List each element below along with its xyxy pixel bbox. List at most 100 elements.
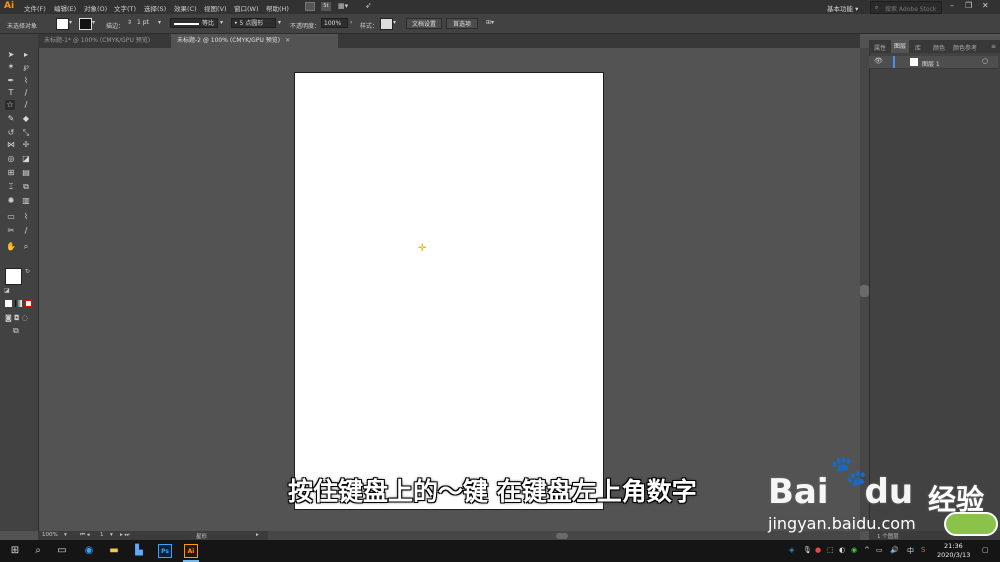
zoom-level[interactable]: 100% bbox=[42, 532, 58, 538]
layer-row[interactable]: 👁 图层 1 ○ bbox=[869, 56, 998, 69]
clock-time[interactable]: 21:36 bbox=[944, 542, 963, 550]
volume-tray-icon[interactable]: 🔊 bbox=[890, 546, 899, 554]
recorder-tray-icon[interactable]: ● bbox=[815, 546, 821, 554]
stroke-swatch[interactable] bbox=[79, 18, 92, 30]
menu-edit[interactable]: 编辑(E) bbox=[54, 3, 76, 13]
line-tool-icon[interactable]: ∕ bbox=[21, 88, 31, 98]
hand-tool-icon[interactable]: ✋ bbox=[6, 242, 16, 252]
task-view-icon[interactable]: ▭ bbox=[55, 544, 69, 558]
eraser-tool-icon[interactable]: ◆ bbox=[21, 114, 31, 124]
preferences-button[interactable]: 首选项 bbox=[446, 18, 478, 29]
status-arrow-icon[interactable]: ▸ bbox=[256, 532, 259, 538]
gradient-tool-icon[interactable]: ▤ bbox=[21, 168, 31, 178]
fill-color-box[interactable] bbox=[5, 268, 22, 285]
windows-start-icon[interactable]: ⊞ bbox=[8, 544, 22, 558]
gpu-performance-icon[interactable]: ➶ bbox=[365, 1, 372, 10]
menu-window[interactable]: 窗口(W) bbox=[234, 3, 259, 13]
photoshop-taskbar-icon[interactable]: Ps bbox=[158, 544, 172, 558]
stroke-weight-dropdown-icon[interactable]: ▾ bbox=[158, 19, 161, 26]
lasso-tool-icon[interactable]: ℘ bbox=[21, 62, 31, 72]
stock-search-input[interactable]: ⌕ 搜索 Adobe Stock bbox=[870, 1, 942, 14]
screen-mode-icon[interactable]: ⧉ bbox=[13, 326, 19, 336]
artboard-tool-icon[interactable]: ▭ bbox=[6, 212, 16, 222]
tab-layers[interactable]: 图层 bbox=[891, 40, 910, 53]
graphic-style-swatch[interactable] bbox=[380, 18, 393, 30]
menu-file[interactable]: 文件(F) bbox=[24, 3, 46, 13]
artboard[interactable] bbox=[294, 72, 604, 510]
notification-icon[interactable]: ▢ bbox=[982, 546, 989, 554]
zoom-tool-icon[interactable]: ⌕ bbox=[21, 242, 31, 252]
mesh-tool-icon[interactable]: ⊞ bbox=[6, 168, 16, 178]
document-setup-button[interactable]: 文档设置 bbox=[406, 18, 442, 29]
visibility-eye-icon[interactable]: 👁 bbox=[874, 57, 883, 65]
star-tool-icon[interactable]: ☆ bbox=[5, 100, 15, 110]
ime-indicator[interactable]: 中 bbox=[907, 546, 914, 556]
show-hidden-icons[interactable]: ^ bbox=[864, 546, 870, 554]
type-tool-icon[interactable]: T bbox=[6, 88, 16, 98]
fill-swatch[interactable] bbox=[56, 18, 69, 30]
puppet-warp-tool-icon[interactable]: ✢ bbox=[21, 140, 31, 150]
stroke-stepper-icon[interactable]: ⇕ bbox=[127, 19, 132, 26]
tab-untitled-2[interactable]: 未标题-2 @ 100% (CMYK/GPU 预览) ✕ bbox=[171, 34, 338, 48]
stock-icon[interactable]: St bbox=[321, 2, 331, 11]
tab-libraries[interactable]: 库 bbox=[915, 43, 921, 52]
file-explorer-icon[interactable]: ▬ bbox=[107, 544, 121, 558]
media-app-icon[interactable]: ▙ bbox=[132, 544, 146, 558]
pen-tool-icon[interactable]: ✒ bbox=[6, 76, 16, 86]
scale-tool-icon[interactable]: ⤡ bbox=[21, 128, 31, 138]
eyedropper-tool-icon[interactable]: ⌶ bbox=[6, 182, 16, 192]
gradient-mode-icon[interactable] bbox=[15, 300, 22, 307]
color-mode-icon[interactable] bbox=[5, 300, 12, 307]
selection-tool-icon[interactable]: ➤ bbox=[6, 50, 16, 60]
shape-builder-tool-icon[interactable]: ◎ bbox=[6, 154, 16, 164]
search-icon[interactable]: ⌕ bbox=[31, 544, 45, 558]
zoom-dropdown-icon[interactable]: ▾ bbox=[64, 532, 67, 538]
style-dropdown-icon[interactable]: ▾ bbox=[393, 19, 396, 26]
app2-tray-icon[interactable]: ◐ bbox=[839, 546, 845, 554]
knife-tool-icon[interactable]: ∕ bbox=[21, 226, 31, 236]
rotate-tool-icon[interactable]: ↺ bbox=[6, 128, 16, 138]
browser-icon[interactable]: ◉ bbox=[82, 544, 96, 558]
clock-date[interactable]: 2020/3/13 bbox=[937, 551, 970, 559]
fill-dropdown-icon[interactable]: ▾ bbox=[69, 19, 72, 26]
first-artboard-icon[interactable]: ⏮ ◂ bbox=[80, 532, 89, 539]
panel-menu-icon[interactable]: ≡ bbox=[991, 43, 996, 50]
profile-dropdown-icon[interactable]: ▾ bbox=[220, 19, 223, 26]
default-colors-icon[interactable]: ◪ bbox=[4, 287, 10, 294]
artboard-dropdown-icon[interactable]: ▾ bbox=[110, 532, 113, 538]
menu-effect[interactable]: 效果(C) bbox=[174, 3, 197, 13]
menu-select[interactable]: 选择(S) bbox=[144, 3, 166, 13]
menu-type[interactable]: 文字(T) bbox=[114, 3, 136, 13]
paintbrush-tool-icon[interactable]: ∕ bbox=[21, 100, 31, 110]
tab-properties[interactable]: 属性 bbox=[874, 43, 886, 52]
variable-width-select[interactable]: 等比 bbox=[170, 18, 218, 28]
security-tray-icon[interactable]: ◈ bbox=[789, 546, 794, 554]
tab-untitled-1[interactable]: 未标题-1* @ 100% (CMYK/GPU 预览) bbox=[38, 34, 171, 48]
stroke-label[interactable]: 描边： bbox=[106, 21, 124, 30]
wechat-tray-icon[interactable]: ◉ bbox=[851, 546, 857, 554]
none-mode-icon[interactable] bbox=[25, 300, 32, 307]
vertical-scroll-thumb[interactable] bbox=[860, 285, 869, 297]
perspective-grid-tool-icon[interactable]: ◪ bbox=[21, 154, 31, 164]
opacity-label[interactable]: 不透明度： bbox=[290, 21, 320, 30]
opacity-dropdown-icon[interactable]: › bbox=[350, 19, 352, 26]
stroke-weight-field[interactable]: 1 pt bbox=[135, 18, 157, 28]
app-tray-icon[interactable]: ⬚ bbox=[827, 546, 834, 554]
close-icon[interactable]: ✕ bbox=[982, 1, 989, 10]
artboard-number[interactable]: 1 bbox=[100, 532, 104, 538]
shaper-tool-icon[interactable]: ✎ bbox=[6, 114, 16, 124]
arrange-documents-icon[interactable]: ▦▾ bbox=[338, 2, 348, 10]
width-tool-icon[interactable]: ⋈ bbox=[6, 140, 16, 150]
column-graph-tool-icon[interactable]: ▥ bbox=[21, 196, 31, 206]
tab-color-guide[interactable]: 颜色参考 bbox=[953, 43, 977, 52]
close-tab-icon[interactable]: ✕ bbox=[285, 37, 290, 44]
menu-view[interactable]: 视图(V) bbox=[204, 3, 227, 13]
horizontal-scroll-thumb[interactable] bbox=[556, 533, 568, 539]
menu-help[interactable]: 帮助(H) bbox=[266, 3, 289, 13]
stroke-dropdown-icon[interactable]: ▾ bbox=[92, 19, 95, 26]
next-artboard-icon[interactable]: ▸ ⏭ bbox=[120, 532, 129, 539]
workspace-switcher[interactable]: 基本功能 ▾ bbox=[827, 3, 858, 13]
brush-select[interactable]: • 5 点圆形 bbox=[231, 18, 276, 28]
brush-dropdown-icon[interactable]: ▾ bbox=[278, 19, 281, 26]
scissors-tool-icon[interactable]: ✂ bbox=[6, 226, 16, 236]
